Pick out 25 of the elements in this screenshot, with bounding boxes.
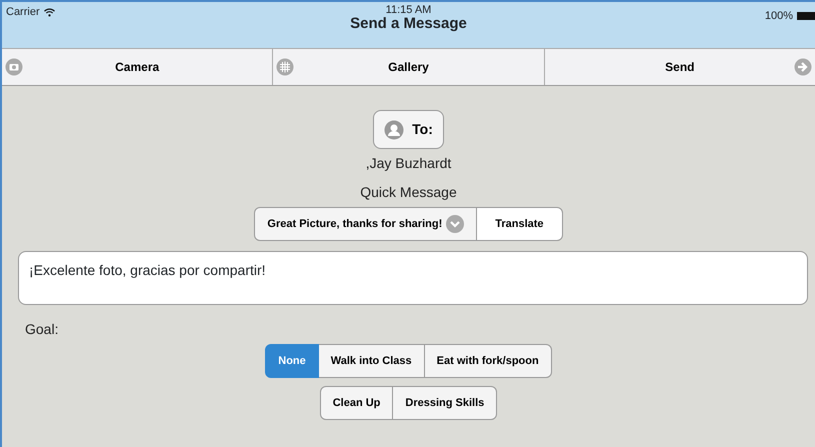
toolbar-button[interactable]: Camera [2,49,272,85]
to-button[interactable]: To: [373,110,444,149]
wifi-icon [44,8,55,17]
battery-percent: 100% [764,8,793,24]
toolbar-button[interactable]: Send [544,49,815,85]
carrier-name: Carrier [6,5,40,20]
translate-button[interactable]: Translate [477,207,563,241]
goal-option[interactable]: Clean Up [320,386,394,420]
camera-icon [5,58,23,76]
status-time: 11:15 AM [386,5,432,16]
goal-option[interactable]: Dressing Skills [393,386,498,420]
quick-message-label: Quick Message [360,183,457,202]
toolbar-button[interactable]: Gallery [272,49,544,85]
quick-message-dropdown[interactable]: Great Picture, thanks for sharing! [254,207,478,241]
chevron-down-icon [446,215,464,233]
goal-option[interactable]: Eat with fork/spoon [424,344,552,378]
recipient-name: ,Jay Buzhardt [366,154,452,173]
goal-option[interactable]: Walk into Class [318,344,425,378]
goal-option[interactable]: None [265,344,319,378]
arrow-right-icon [794,58,812,76]
message-field[interactable]: ¡Excelente foto, gracias por compartir! [18,251,808,305]
grid-icon [276,58,294,76]
window-title: Send a Message [350,16,467,32]
goal-label: Goal: [25,320,60,339]
person-icon [384,120,404,140]
